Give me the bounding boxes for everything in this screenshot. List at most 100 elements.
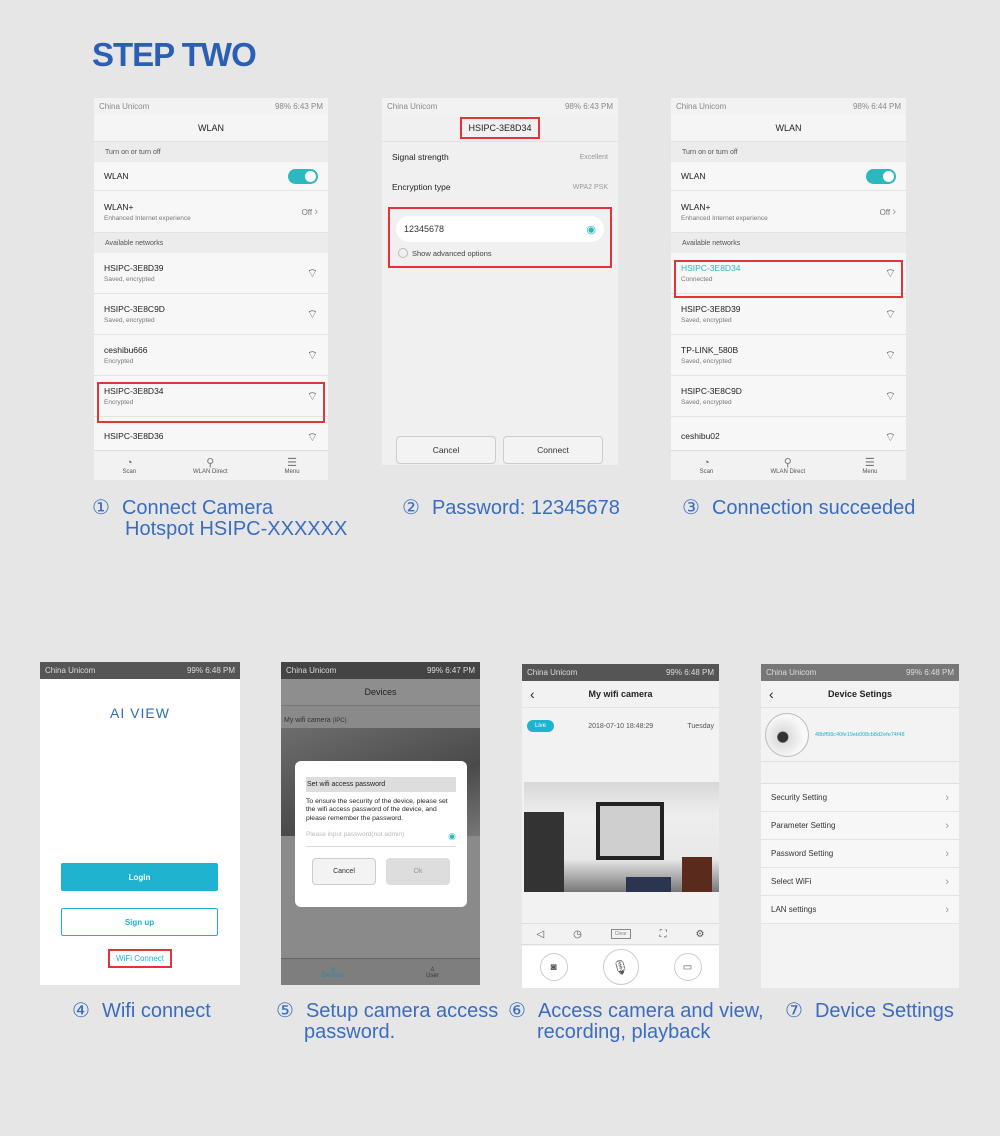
menu-button[interactable]: ☰ Menu: [285, 456, 300, 475]
back-icon[interactable]: ‹: [769, 686, 774, 702]
step-number: ⑦: [785, 1000, 803, 1022]
back-icon[interactable]: ‹: [530, 686, 535, 702]
step-number: ①: [92, 497, 110, 519]
chevron-right-icon: ›: [945, 847, 949, 860]
tab-user[interactable]: ♙ User: [426, 966, 439, 979]
phone-wlan-connected: China Unicom 98% 6:44 PM WLAN Turn on or …: [671, 98, 906, 480]
settings-item[interactable]: LAN settings ›: [761, 896, 959, 924]
password-area: 12345678 ◉ Show advanced options: [388, 207, 612, 268]
eye-icon[interactable]: ◉: [448, 831, 456, 842]
fullscreen-icon[interactable]: ⛶: [660, 929, 667, 940]
network-item[interactable]: HSIPC-3E8D39 Saved, encrypted ⌔: [94, 253, 328, 294]
login-button[interactable]: Login: [61, 863, 218, 891]
phone-login: China Unicom 99% 6:48 PM AI VIEW Login Si…: [40, 662, 240, 985]
caption-text: Wifi connect: [101, 1000, 211, 1022]
dialog-text: To ensure the security of the device, pl…: [306, 798, 448, 822]
wlanplus-row[interactable]: WLAN+ Enhanced Internet experience Off ›: [94, 191, 328, 233]
status-bar: China Unicom 98% 6:44 PM: [671, 98, 906, 115]
section-label: Available networks: [671, 233, 906, 253]
section-label: Turn on or turn off: [671, 142, 906, 162]
settings-icon[interactable]: ⚙: [696, 929, 705, 940]
network-item[interactable]: TP-LINK_580B Saved, encrypted ⌔: [671, 335, 906, 376]
clear-button[interactable]: Clear: [610, 929, 631, 939]
dialog-title: Set wifi access password: [306, 777, 456, 792]
password-input[interactable]: 12345678 ◉: [396, 216, 604, 242]
caption-text: Device Settings: [814, 1000, 954, 1022]
signup-button[interactable]: Sign up: [61, 908, 218, 936]
menu-button[interactable]: ☰ Menu: [862, 456, 877, 475]
eye-icon[interactable]: ◉: [586, 223, 596, 236]
record-button[interactable]: ▭: [673, 953, 702, 981]
network-status: Encrypted: [104, 358, 134, 365]
wlan-direct-button[interactable]: ⚲ WLAN Direct: [770, 456, 805, 475]
network-status: Saved, encrypted: [681, 358, 732, 365]
network-item[interactable]: ceshibu666 Encrypted ⌔: [94, 335, 328, 376]
connect-button[interactable]: Connect: [503, 436, 603, 464]
settings-item-label: Security Setting: [771, 793, 828, 802]
cancel-button[interactable]: Cancel: [396, 436, 496, 464]
bottom-bar: ◔ Scan ⚲ WLAN Direct ☰ Menu: [671, 450, 906, 480]
caption-text: Connection succeeded: [711, 497, 916, 519]
camera-video[interactable]: [524, 782, 719, 892]
step-caption: ③ Connection succeeded: [682, 498, 915, 519]
wifi-signal-icon: ⌔: [884, 306, 896, 321]
step-number: ④: [72, 1000, 90, 1022]
caption-text: Connect Camera: [121, 497, 274, 519]
caption-text-line2: password.: [304, 1021, 396, 1043]
wifi-signal-icon: ⌔: [884, 347, 896, 362]
camera-avatar: [765, 712, 809, 757]
device-id: 48bff98c40fe19eb008cb8d2efe74f48: [815, 731, 905, 738]
wlanplus-row[interactable]: WLAN+ Enhanced Internet experience Off ›: [671, 191, 906, 233]
chevron-right-icon: ›: [314, 205, 318, 218]
settings-item[interactable]: Select WiFi ›: [761, 868, 959, 896]
step-number: ⑥: [508, 1000, 526, 1022]
step-caption: ⑥ Access camera and view, recording, playb…: [508, 1001, 764, 1043]
mute-icon[interactable]: ◁: [536, 929, 544, 940]
ok-button[interactable]: Ok: [386, 857, 450, 885]
header-title: WLAN: [94, 115, 328, 142]
network-name: HSIPC-3E8C9D: [104, 304, 165, 314]
network-name: ceshibu666: [104, 345, 148, 355]
scan-button[interactable]: ◔ Scan: [122, 457, 136, 475]
phone-devices-dialog: China Unicom 99% 6:47 PM Devices My wifi …: [281, 662, 480, 985]
settings-item-label: LAN settings: [771, 905, 817, 914]
settings-item-label: Parameter Setting: [771, 821, 836, 830]
tab-devices[interactable]: ◎ Devices: [322, 966, 343, 979]
step-caption: ⑤ Setup camera access password.: [276, 1001, 498, 1043]
wifi-signal-icon: ⌔: [306, 306, 318, 321]
caption-text-line2: recording, playback: [537, 1021, 711, 1043]
wifi-connect-link[interactable]: WiFi Connect: [108, 949, 172, 968]
wlan-direct-button[interactable]: ⚲ WLAN Direct: [193, 456, 228, 475]
wlan-toggle[interactable]: [866, 168, 896, 184]
header: ‹ My wifi camera: [522, 681, 719, 708]
settings-item[interactable]: Security Setting ›: [761, 784, 959, 812]
phone-wlan-list: China Unicom 98% 6:43 PM WLAN Turn on or …: [94, 98, 328, 480]
devices-icon: ◎: [330, 966, 336, 973]
network-item[interactable]: HSIPC-3E8C9D Saved, encrypted ⌔: [94, 294, 328, 335]
settings-item[interactable]: Password Setting ›: [761, 840, 959, 868]
password-input[interactable]: Please input password(not admin) ◉: [306, 831, 456, 847]
section-label: Available networks: [94, 233, 328, 253]
checkbox-icon: [398, 248, 408, 258]
microphone-button[interactable]: 🎙︎: [602, 949, 639, 985]
advanced-checkbox[interactable]: Show advanced options: [398, 248, 602, 258]
wlan-toggle[interactable]: [288, 168, 318, 184]
cancel-button[interactable]: Cancel: [312, 857, 376, 885]
network-item[interactable]: HSIPC-3E8C9D Saved, encrypted ⌔: [671, 376, 906, 417]
network-status: Saved, encrypted: [681, 399, 732, 406]
wlan-toggle-row[interactable]: WLAN: [671, 162, 906, 191]
caption-text: Setup camera access: [305, 1000, 499, 1022]
network-item[interactable]: HSIPC-3E8D39 Saved, encrypted ⌔: [671, 294, 906, 335]
history-icon[interactable]: ◷: [573, 929, 582, 940]
encryption-row: Encryption type WPA2 PSK: [382, 172, 618, 202]
snapshot-button[interactable]: ◙: [539, 953, 568, 981]
settings-item[interactable]: Parameter Setting ›: [761, 812, 959, 840]
settings-item-label: Select WiFi: [771, 877, 812, 886]
page-title: STEP TWO: [92, 36, 257, 73]
weekday: Tuesday: [687, 722, 714, 730]
menu-icon: ☰: [287, 457, 297, 469]
wlan-toggle-row[interactable]: WLAN: [94, 162, 328, 191]
step-caption: ④ Wifi connect: [72, 1001, 211, 1022]
settings-item-label: Password Setting: [771, 849, 834, 858]
scan-button[interactable]: ◔ Scan: [700, 457, 714, 475]
